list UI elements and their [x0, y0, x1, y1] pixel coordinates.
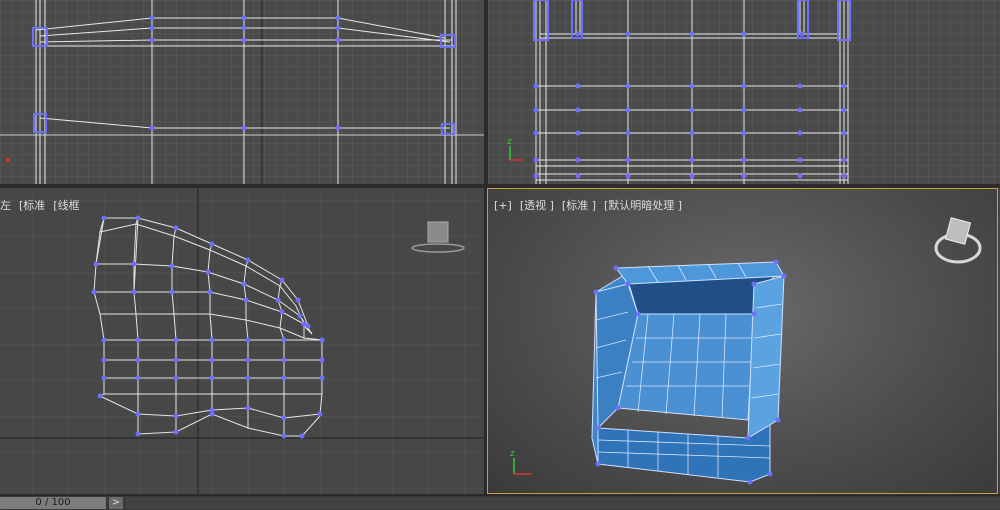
svg-text:z: z	[510, 449, 515, 459]
viewport-perspective-label[interactable]: [+] [透视 ] [标准 ] [默认明暗处理 ]	[494, 197, 690, 213]
viewport-front-canvas: z	[488, 0, 1000, 184]
viewport-perspective[interactable]: z [+] [透视 ] [标准 ] [默认明暗处理 ]	[488, 188, 1000, 494]
frame-counter: 0 / 100	[35, 497, 71, 508]
viewport-left-canvas	[0, 188, 484, 494]
view-name-label[interactable]: 左	[0, 199, 11, 212]
viewport-top-canvas	[0, 0, 484, 184]
viewcube-icon	[934, 217, 982, 264]
viewport-menu-label[interactable]: [+]	[494, 199, 512, 212]
viewport-perspective-canvas: z	[510, 217, 982, 485]
axis-x-icon	[6, 158, 10, 162]
view-name-label[interactable]: [透视 ]	[520, 199, 554, 212]
viewport-top[interactable]	[0, 0, 484, 184]
next-frame-button[interactable]: >	[109, 497, 123, 509]
view-mode-label[interactable]: [标准	[19, 199, 45, 212]
svg-text:z: z	[507, 137, 512, 147]
shading-mode-label[interactable]: [默认明暗处理 ]	[604, 199, 682, 212]
armchair-model	[591, 259, 787, 485]
timeline-bar: 0 / 100 >	[0, 496, 1000, 510]
timeline-track[interactable]	[126, 497, 1000, 509]
shading-mode-label[interactable]: [线框	[53, 199, 79, 212]
view-mode-label[interactable]: [标准 ]	[562, 199, 596, 212]
viewport-front[interactable]: z	[488, 0, 1000, 184]
axis-gizmo-icon: z	[510, 449, 532, 475]
viewport-left[interactable]: 左 [标准 [线框	[0, 188, 484, 494]
viewport-left-label[interactable]: 左 [标准 [线框	[0, 197, 88, 213]
